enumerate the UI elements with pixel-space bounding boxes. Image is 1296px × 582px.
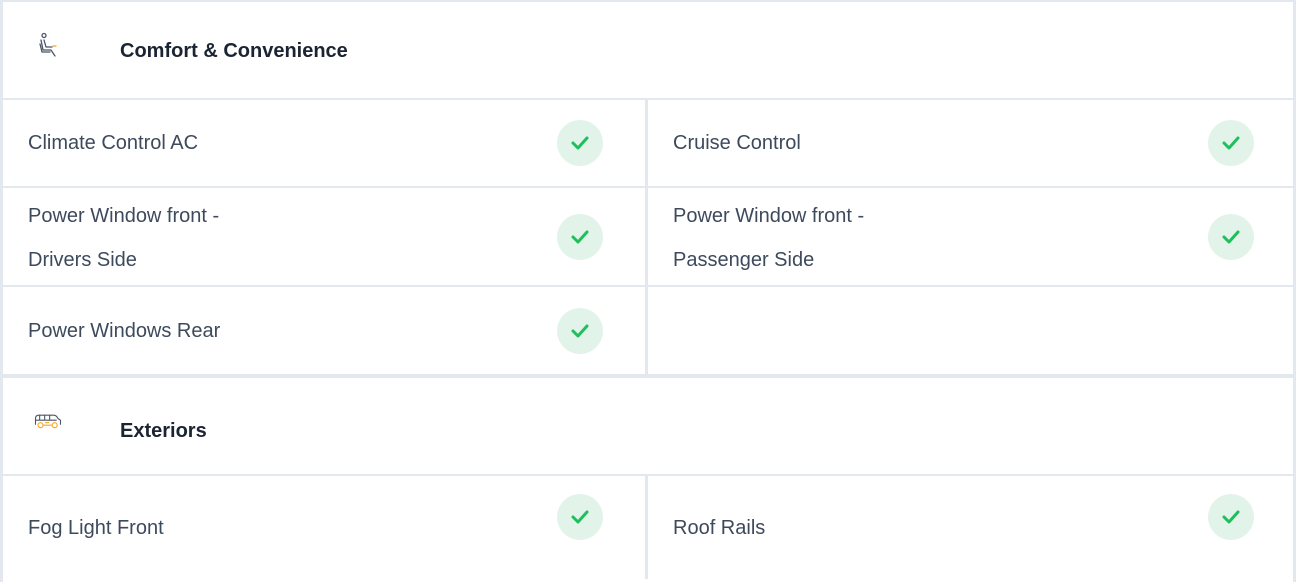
feature-row: Fog Light Front Roof Rails — [3, 476, 1293, 579]
section-title: Comfort & Convenience — [120, 40, 348, 62]
check-icon — [1208, 494, 1254, 540]
features-panel: Comfort & Convenience Climate Control AC… — [0, 0, 1296, 582]
feature-label: Power Window front - Drivers Side — [28, 205, 220, 271]
feature-label: Power Window front - Passenger Side — [673, 205, 865, 271]
feature-row: Climate Control AC Cruise Control — [3, 100, 1293, 188]
check-icon — [1208, 120, 1254, 166]
check-icon — [557, 120, 603, 166]
check-icon — [557, 494, 603, 540]
feature-label: Power Windows Rear — [28, 319, 221, 342]
check-icon — [557, 213, 603, 260]
section-header-exteriors: Exteriors — [3, 376, 1293, 476]
section-header-comfort: Comfort & Convenience — [3, 2, 1293, 100]
section-title: Exteriors — [120, 420, 207, 442]
feature-label: Roof Rails — [673, 517, 766, 539]
check-icon — [1208, 213, 1254, 260]
check-icon — [557, 307, 603, 354]
feature-label: Climate Control AC — [28, 132, 199, 154]
empty-cell — [648, 287, 1290, 374]
feature-item: Climate Control AC — [3, 100, 648, 186]
feature-row: Power Window front - Drivers Side Power … — [3, 188, 1293, 287]
feature-item: Power Window front - Passenger Side — [648, 188, 1290, 285]
feature-item: Cruise Control — [648, 100, 1290, 186]
feature-row: Power Windows Rear — [3, 287, 1293, 376]
car-exterior-icon — [33, 408, 63, 434]
feature-label: Fog Light Front — [28, 517, 164, 539]
feature-item: Power Window front - Drivers Side — [3, 188, 648, 285]
seat-icon — [33, 32, 63, 58]
feature-item: Fog Light Front — [3, 476, 648, 579]
feature-item: Power Windows Rear — [3, 287, 648, 374]
feature-label: Cruise Control — [673, 132, 801, 154]
feature-item: Roof Rails — [648, 476, 1290, 579]
